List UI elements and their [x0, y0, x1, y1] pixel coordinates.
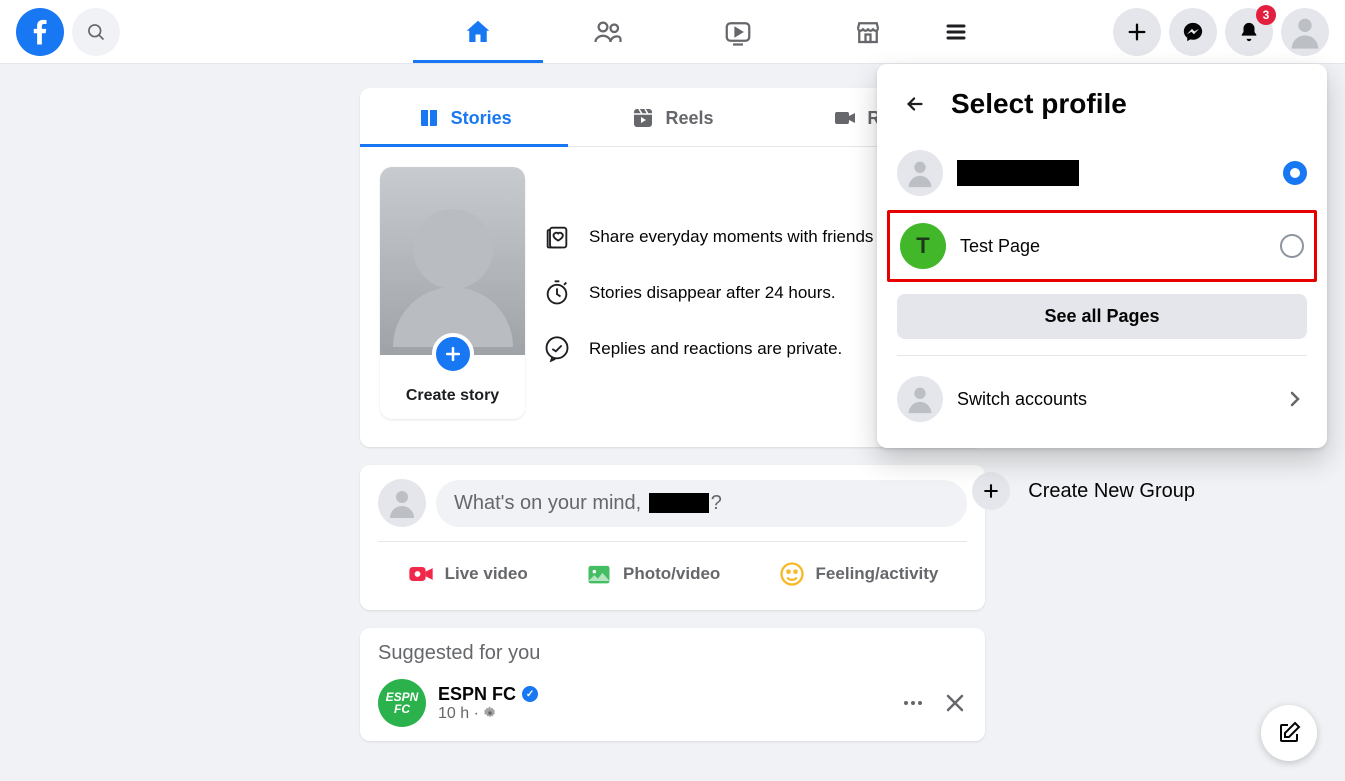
nav-marketplace[interactable]: [803, 0, 933, 63]
avatar-icon: [897, 150, 943, 196]
radio-unselected[interactable]: [1280, 234, 1304, 258]
suggested-row[interactable]: ESPNFC ESPN FC ✓ 10 h ·: [378, 679, 967, 727]
notification-badge: 3: [1256, 5, 1276, 25]
timer-icon: [543, 278, 571, 308]
account-button[interactable]: [1281, 8, 1329, 56]
notifications-button[interactable]: 3: [1225, 8, 1273, 56]
chevron-right-icon: [1283, 387, 1307, 411]
header-left: [0, 8, 120, 56]
new-message-fab[interactable]: [1261, 705, 1317, 761]
avatar-icon: [897, 376, 943, 422]
composer-prefix: What's on your mind,: [454, 492, 641, 515]
composer-suffix: ?: [711, 492, 722, 515]
hamburger-icon: [944, 20, 968, 44]
compose-icon: [1277, 721, 1301, 745]
switch-accounts-label: Switch accounts: [957, 389, 1269, 410]
messenger-button[interactable]: [1169, 8, 1217, 56]
tab-stories-label: Stories: [451, 108, 512, 129]
bullet2-text: Stories disappear after 24 hours.: [589, 283, 836, 303]
photo-icon: [585, 560, 613, 588]
facebook-logo[interactable]: [16, 8, 64, 56]
create-button[interactable]: [1113, 8, 1161, 56]
friends-icon: [593, 17, 623, 47]
plus-icon: [972, 472, 1010, 510]
profile-item-test-page[interactable]: T Test Page: [890, 213, 1314, 279]
tab-stories[interactable]: Stories: [360, 88, 568, 146]
create-group-label: Create New Group: [1028, 480, 1195, 503]
test-page-label: Test Page: [960, 236, 1266, 257]
search-button[interactable]: [72, 8, 120, 56]
composer-input[interactable]: What's on your mind, ?: [436, 480, 967, 527]
see-all-pages-button[interactable]: See all Pages: [897, 294, 1307, 339]
radio-selected[interactable]: [1283, 161, 1307, 185]
composer-avatar[interactable]: [378, 479, 426, 527]
nav-home[interactable]: [413, 0, 543, 63]
dropdown-header: Select profile: [877, 80, 1327, 140]
header-nav: [413, 0, 933, 63]
divider: [897, 355, 1307, 356]
close-icon[interactable]: [943, 691, 967, 715]
messenger-icon: [1182, 21, 1204, 43]
photo-video-label: Photo/video: [623, 564, 720, 584]
cards-heart-icon: [543, 222, 571, 252]
arrow-left-icon: [904, 93, 926, 115]
test-page-highlight: T Test Page: [887, 210, 1317, 282]
bullet3-text: Replies and reactions are private.: [589, 339, 842, 359]
home-icon: [463, 17, 493, 47]
switch-accounts-item[interactable]: Switch accounts: [877, 366, 1327, 432]
suggested-meta: 10 h ·: [438, 705, 538, 723]
plus-icon: [1126, 21, 1148, 43]
tab-reels-label: Reels: [665, 108, 713, 129]
create-story-plus-icon: [432, 333, 474, 375]
redacted-user-name: [649, 493, 709, 513]
redacted-profile-name: [957, 160, 1079, 186]
reels-icon: [631, 106, 655, 130]
verified-icon: ✓: [522, 686, 538, 702]
search-icon: [86, 22, 106, 42]
dropdown-title: Select profile: [951, 88, 1127, 120]
profile-item-personal[interactable]: [877, 140, 1327, 206]
select-profile-dropdown: Select profile T Test Page See all Pages…: [877, 64, 1327, 448]
espn-avatar: ESPNFC: [378, 679, 426, 727]
stories-icon: [417, 106, 441, 130]
watch-icon: [723, 17, 753, 47]
composer-actions: Live video Photo/video Feeling/activity: [378, 542, 967, 596]
live-video-label: Live video: [445, 564, 528, 584]
live-video-icon: [407, 560, 435, 588]
avatar-icon: [384, 485, 420, 521]
feeling-activity-button[interactable]: Feeling/activity: [766, 552, 951, 596]
suggested-title: Suggested for you: [378, 642, 967, 665]
message-icon: [543, 334, 571, 364]
composer-card: What's on your mind, ? Live video Photo/…: [360, 465, 985, 610]
bell-icon: [1238, 21, 1260, 43]
photo-video-button[interactable]: Photo/video: [573, 552, 732, 596]
more-icon[interactable]: [901, 691, 925, 715]
feeling-icon: [778, 560, 806, 588]
nav-watch[interactable]: [673, 0, 803, 63]
gear-icon: [483, 706, 497, 720]
back-button[interactable]: [897, 86, 933, 122]
suggested-name: ESPN FC ✓: [438, 684, 538, 705]
nav-friends[interactable]: [543, 0, 673, 63]
create-new-group[interactable]: Create New Group: [972, 472, 1195, 510]
create-story-tile[interactable]: Create story: [380, 167, 525, 419]
feeling-activity-label: Feeling/activity: [816, 564, 939, 584]
marketplace-icon: [853, 17, 883, 47]
rooms-icon: [833, 106, 857, 130]
composer-top: What's on your mind, ?: [378, 479, 967, 542]
tab-reels[interactable]: Reels: [568, 88, 776, 146]
test-page-avatar: T: [900, 223, 946, 269]
header-right: 3: [1113, 8, 1329, 56]
avatar-silhouette: [413, 209, 493, 289]
suggested-card: Suggested for you ESPNFC ESPN FC ✓ 10 h …: [360, 628, 985, 741]
story-cover: [380, 167, 525, 355]
avatar-icon: [1285, 12, 1325, 52]
header-menu-overflow[interactable]: [932, 8, 980, 56]
top-header: 3: [0, 0, 1345, 64]
live-video-button[interactable]: Live video: [395, 552, 540, 596]
